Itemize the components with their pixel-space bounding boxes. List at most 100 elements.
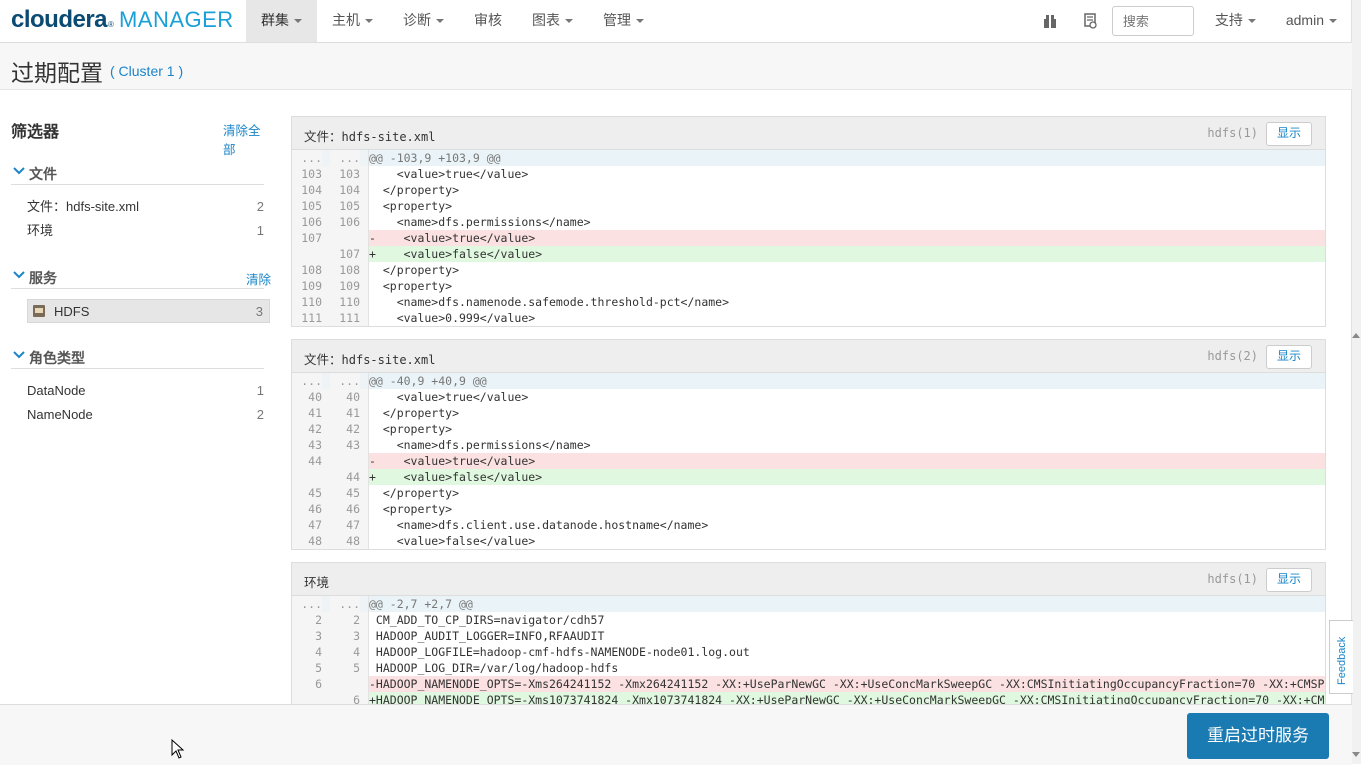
user-menu[interactable]: admin (1271, 0, 1352, 42)
cluster-link[interactable]: ( Cluster 1 ) (110, 63, 183, 79)
diff-line: 44 HADOOP_LOGFILE=hadoop-cmf-hdfs-NAMENO… (292, 644, 1325, 660)
diff-title-file: hdfs-site.xml (341, 130, 436, 144)
parcel-icon[interactable] (1030, 0, 1070, 42)
diff-line: 41 41 </property> (292, 405, 1325, 421)
running-commands-icon[interactable] (1070, 0, 1110, 42)
diff-line: 107 + <value>false</value> (292, 246, 1325, 262)
nav-item-label: 主机 (332, 12, 360, 28)
diff-code: + <value>false</value> (369, 470, 543, 484)
chevron-down-icon (436, 19, 444, 24)
old-line-number: 111 (292, 310, 322, 326)
new-line-number: 5 (330, 660, 360, 676)
logo-trademark: ® (108, 20, 114, 29)
filter-item-count: 1 (256, 383, 264, 398)
nav-item-3[interactable]: 审核 (459, 0, 517, 42)
show-button[interactable]: 显示 (1266, 122, 1312, 146)
diff-panel-header: 环境 hdfs(1) 显示 (292, 563, 1325, 596)
chevron-down-icon (1329, 19, 1337, 24)
old-line-number (292, 246, 322, 262)
diff-code: </property> (369, 263, 460, 277)
diff-line: 110 110 <name>dfs.namenode.safemode.thres… (292, 294, 1325, 310)
filter-group-clear-link[interactable]: 清除 (246, 269, 271, 288)
nav-item-1[interactable]: 主机 (317, 0, 388, 42)
show-button[interactable]: 显示 (1266, 568, 1312, 592)
chevron-down-icon[interactable] (13, 166, 25, 176)
show-button[interactable]: 显示 (1266, 345, 1312, 369)
old-line-number: 45 (292, 485, 322, 501)
new-line-number: 106 (330, 214, 360, 230)
diff-code: @@ -2,7 +2,7 @@ (369, 597, 473, 611)
old-line-number: 104 (292, 182, 322, 198)
chevron-down-icon (294, 19, 302, 24)
new-line-number: 44 (330, 469, 360, 485)
search-input[interactable] (1111, 6, 1194, 36)
filter-item[interactable]: HDFS 3 (27, 299, 270, 323)
nav-right: 支持 admin (1030, 0, 1352, 42)
diff-code: HADOOP_LOGFILE=hadoop-cmf-hdfs-NAMENODE-… (369, 645, 750, 659)
nav-item-4[interactable]: 图表 (517, 0, 588, 42)
scroll-up-icon[interactable] (1352, 333, 1360, 338)
diff-line: 109 109 <property> (292, 278, 1325, 294)
new-line-number: 108 (330, 262, 360, 278)
diff-title-prefix: 文件： (304, 353, 342, 367)
filter-item-label: HDFS (54, 304, 90, 319)
nav-item-0[interactable]: 群集 (246, 0, 317, 42)
new-line-number: 46 (330, 501, 360, 517)
scroll-down-icon[interactable] (1352, 752, 1360, 757)
diff-code: - <value>true</value> (369, 231, 536, 245)
diff-line: 42 42 <property> (292, 421, 1325, 437)
diff-code: </property> (369, 406, 460, 420)
diff-line: 45 45 </property> (292, 485, 1325, 501)
old-line-number: 40 (292, 389, 322, 405)
filter-item[interactable]: 环境 1 (27, 219, 264, 243)
filter-item[interactable]: NameNode 2 (27, 403, 264, 427)
nav-item-5[interactable]: 管理 (588, 0, 659, 42)
diff-panel: 环境 hdfs(1) 显示...... @@ -2,7 +2,7 @@ 2 2 CM_AD… (291, 562, 1326, 724)
old-line-number: 48 (292, 533, 322, 549)
new-line-number: 47 (330, 517, 360, 533)
diff-code: HADOOP_LOG_DIR=/var/log/hadoop-hdfs (369, 661, 619, 675)
diff-code: <property> (369, 199, 453, 213)
diff-role-count: hdfs(1) (1207, 572, 1258, 586)
old-line-number: 105 (292, 198, 322, 214)
old-line-number: 5 (292, 660, 322, 676)
old-line-number: 6 (292, 676, 322, 692)
restart-stale-services-button[interactable]: 重启过时服务 (1187, 713, 1329, 759)
old-line-number (292, 469, 322, 485)
logo-brand: cloudera (11, 6, 108, 33)
diff-line: 46 46 <property> (292, 501, 1325, 517)
chevron-down-icon[interactable] (13, 350, 25, 360)
diff-line: 6 -HADOOP_NAMENODE_OPTS=-Xms264241152 -Xm… (292, 676, 1325, 692)
feedback-tab[interactable]: Feedback (1329, 620, 1353, 694)
new-line-number (330, 453, 360, 469)
diff-line: 44 + <value>false</value> (292, 469, 1325, 485)
cloudera-manager-logo[interactable]: cloudera ® MANAGER (11, 6, 234, 36)
diff-panel-title: 文件：hdfs-site.xml (304, 349, 435, 368)
clear-all-link[interactable]: 清除全部 (223, 120, 271, 158)
chevron-down-icon[interactable] (13, 270, 25, 280)
diff-role-count: hdfs(2) (1207, 349, 1258, 363)
footer-bar: 重启过时服务 (0, 704, 1352, 765)
filter-item-label: 文件：hdfs-site.xml (27, 199, 139, 214)
filter-item-count: 1 (256, 223, 264, 238)
diff-line: ...... @@ -2,7 +2,7 @@ (292, 596, 1325, 612)
new-line-number: 41 (330, 405, 360, 421)
old-line-number: 3 (292, 628, 322, 644)
nav-item-2[interactable]: 诊断 (388, 0, 459, 42)
support-menu[interactable]: 支持 (1200, 0, 1271, 42)
diff-code: <property> (369, 422, 453, 436)
nav-item-label: 管理 (603, 12, 631, 28)
feedback-label: Feedback (1336, 636, 1348, 685)
diff-line: 104 104 </property> (292, 182, 1325, 198)
filter-item[interactable]: DataNode 1 (27, 379, 264, 403)
new-line-number: 43 (330, 437, 360, 453)
diff-code: <value>0.999</value> (369, 311, 536, 325)
diff-code: <name>dfs.client.use.datanode.hostname</… (369, 518, 709, 532)
diff-role-count: hdfs(1) (1207, 126, 1258, 140)
filter-title: 筛选器 (11, 124, 60, 141)
new-line-number: ... (330, 596, 360, 612)
new-line-number: 105 (330, 198, 360, 214)
filter-item[interactable]: 文件：hdfs-site.xml 2 (27, 195, 264, 219)
diff-code: <property> (369, 502, 453, 516)
diff-line: 40 40 <value>true</value> (292, 389, 1325, 405)
